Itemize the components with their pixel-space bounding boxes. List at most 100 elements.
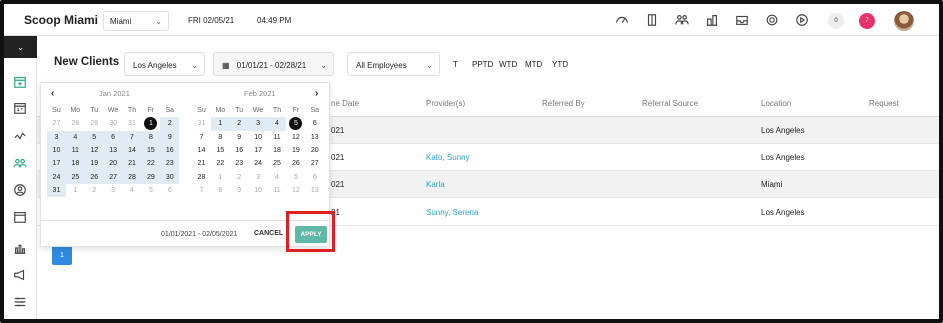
calendar-day[interactable]: 5 <box>141 184 160 197</box>
calendar-day[interactable]: 5 <box>286 170 305 183</box>
calendar-day[interactable]: 30 <box>104 117 123 130</box>
calendar-day[interactable]: 7 <box>192 184 211 197</box>
prev-month-icon[interactable]: ‹ <box>51 88 54 99</box>
employee-filter[interactable]: All Employees ⌄ <box>347 52 440 76</box>
filter-mtd[interactable]: MTD <box>525 60 542 69</box>
col-providers[interactable]: Provider(s) <box>426 99 465 108</box>
calendar-day[interactable]: 22 <box>141 157 161 171</box>
calendar-day[interactable]: 19 <box>286 144 305 157</box>
bar-chart-icon[interactable] <box>12 240 28 256</box>
next-month-icon[interactable]: › <box>315 88 318 99</box>
calendar-day[interactable]: 17 <box>47 157 66 171</box>
calendar-day[interactable]: 5 <box>84 130 104 144</box>
calendar-day[interactable]: 1 <box>66 184 85 197</box>
calendar-day[interactable]: 3 <box>249 170 268 183</box>
calendar-day[interactable]: 14 <box>122 143 142 158</box>
calendar-day[interactable]: 2 <box>230 170 249 183</box>
calendar-day[interactable]: 17 <box>249 144 268 157</box>
calendar-day[interactable]: 18 <box>65 157 85 171</box>
calendar-day[interactable]: 26 <box>84 170 104 184</box>
calendar-day[interactable]: 29 <box>141 170 161 184</box>
calendar-day[interactable]: 3 <box>248 117 268 131</box>
calendar-day[interactable]: 2 <box>229 117 249 131</box>
calendar-day[interactable]: 7 <box>122 130 142 144</box>
calendar-day[interactable]: 23 <box>230 157 249 170</box>
calendar-day[interactable]: 10 <box>47 143 66 158</box>
calendar-day[interactable]: 6 <box>305 170 324 183</box>
calendar-day[interactable]: 8 <box>141 130 161 144</box>
cancel-button[interactable]: CANCEL <box>254 230 283 237</box>
cash-register-icon[interactable] <box>12 209 28 225</box>
calendar-day[interactable]: 3 <box>47 130 66 144</box>
calendar-day[interactable]: 1 <box>211 170 230 183</box>
row-providers[interactable]: Karla <box>426 180 445 189</box>
calendar-day[interactable]: 1 <box>210 117 230 131</box>
calendar-day[interactable]: 31 <box>192 117 211 130</box>
calendar-day[interactable]: 21 <box>192 157 211 170</box>
calendar-day[interactable]: 23 <box>160 157 180 171</box>
date-range-filter[interactable]: ▦ 01/01/21 - 02/28/21 ⌄ <box>213 52 334 76</box>
inbox-icon[interactable] <box>732 10 752 30</box>
calendar-day[interactable]: 4 <box>65 130 85 144</box>
filter-pptd[interactable]: PPTD <box>472 60 493 69</box>
calendar-day[interactable]: 13 <box>305 184 324 197</box>
col-request[interactable]: Request <box>869 99 899 108</box>
col-date[interactable]: ne Date <box>331 99 359 108</box>
calendar-day[interactable]: 24 <box>249 157 268 170</box>
calendar-day[interactable]: 1 <box>144 117 158 131</box>
calendar-day[interactable]: 30 <box>160 170 180 184</box>
row-providers[interactable]: Kato, Sunny <box>426 153 470 162</box>
sidebar-toggle[interactable]: ⌄ <box>4 36 37 58</box>
calendar-day[interactable]: 25 <box>268 157 287 170</box>
row-providers[interactable]: Sunny, Serena <box>426 208 478 217</box>
calendar-day[interactable]: 31 <box>47 183 66 198</box>
calendar-day[interactable]: 14 <box>192 144 211 157</box>
calendar-day[interactable]: 9 <box>230 184 249 197</box>
col-referred-by[interactable]: Referred By <box>542 99 585 108</box>
notifications-badge[interactable]: 0 <box>828 13 844 29</box>
calendar-day[interactable]: 28 <box>66 117 85 130</box>
calendar-day[interactable]: 12 <box>286 131 305 144</box>
calendar-day[interactable]: 24 <box>47 170 66 184</box>
columns-icon[interactable] <box>642 10 662 30</box>
filter-today[interactable]: T <box>453 60 458 69</box>
calendar-day[interactable]: 2 <box>160 117 180 131</box>
calendar-day[interactable]: 31 <box>123 117 142 130</box>
calendar-day[interactable]: 11 <box>65 143 85 158</box>
calendar-day[interactable]: 15 <box>141 143 161 158</box>
calendar-day[interactable]: 8 <box>211 184 230 197</box>
calendar-day[interactable]: 27 <box>103 170 123 184</box>
settings-icon[interactable] <box>762 10 782 30</box>
calendar-day[interactable]: 19 <box>84 157 104 171</box>
megaphone-icon[interactable] <box>12 267 28 283</box>
location-select[interactable]: Miami ⌄ <box>103 11 169 31</box>
calendar-day[interactable]: 4 <box>267 117 287 131</box>
calendar-icon[interactable] <box>12 100 28 116</box>
calendar-day[interactable]: 15 <box>211 144 230 157</box>
calendar-day[interactable]: 6 <box>160 184 179 197</box>
calendar-day[interactable]: 28 <box>122 170 142 184</box>
calendar-day[interactable]: 12 <box>84 143 104 158</box>
calendar-day[interactable]: 21 <box>122 157 142 171</box>
team-icon[interactable] <box>672 10 692 30</box>
col-location[interactable]: Location <box>761 99 791 108</box>
calendar-day[interactable]: 11 <box>268 131 287 144</box>
location-filter[interactable]: Los Angeles ⌄ <box>124 52 205 76</box>
calendar-day[interactable]: 10 <box>249 131 268 144</box>
calendar-day[interactable]: 7 <box>192 131 211 144</box>
calendar-day[interactable]: 9 <box>230 131 249 144</box>
calendar-day[interactable]: 16 <box>160 143 180 158</box>
gauge-icon[interactable] <box>612 10 632 30</box>
col-referral-source[interactable]: Referral Source <box>642 99 698 108</box>
calendar-day[interactable]: 16 <box>230 144 249 157</box>
calendar-day[interactable]: 3 <box>104 184 123 197</box>
clients-icon[interactable] <box>12 182 28 198</box>
calendar-day[interactable]: 18 <box>268 144 287 157</box>
users-icon[interactable] <box>12 155 28 171</box>
calendar-day[interactable]: 5 <box>289 117 303 131</box>
pagination-page[interactable]: 1 <box>52 245 72 265</box>
filter-wtd[interactable]: WTD <box>499 60 517 69</box>
calendar-day[interactable]: 13 <box>305 131 324 144</box>
calendar-day[interactable]: 27 <box>47 117 66 130</box>
chart-line-icon[interactable] <box>12 128 28 144</box>
